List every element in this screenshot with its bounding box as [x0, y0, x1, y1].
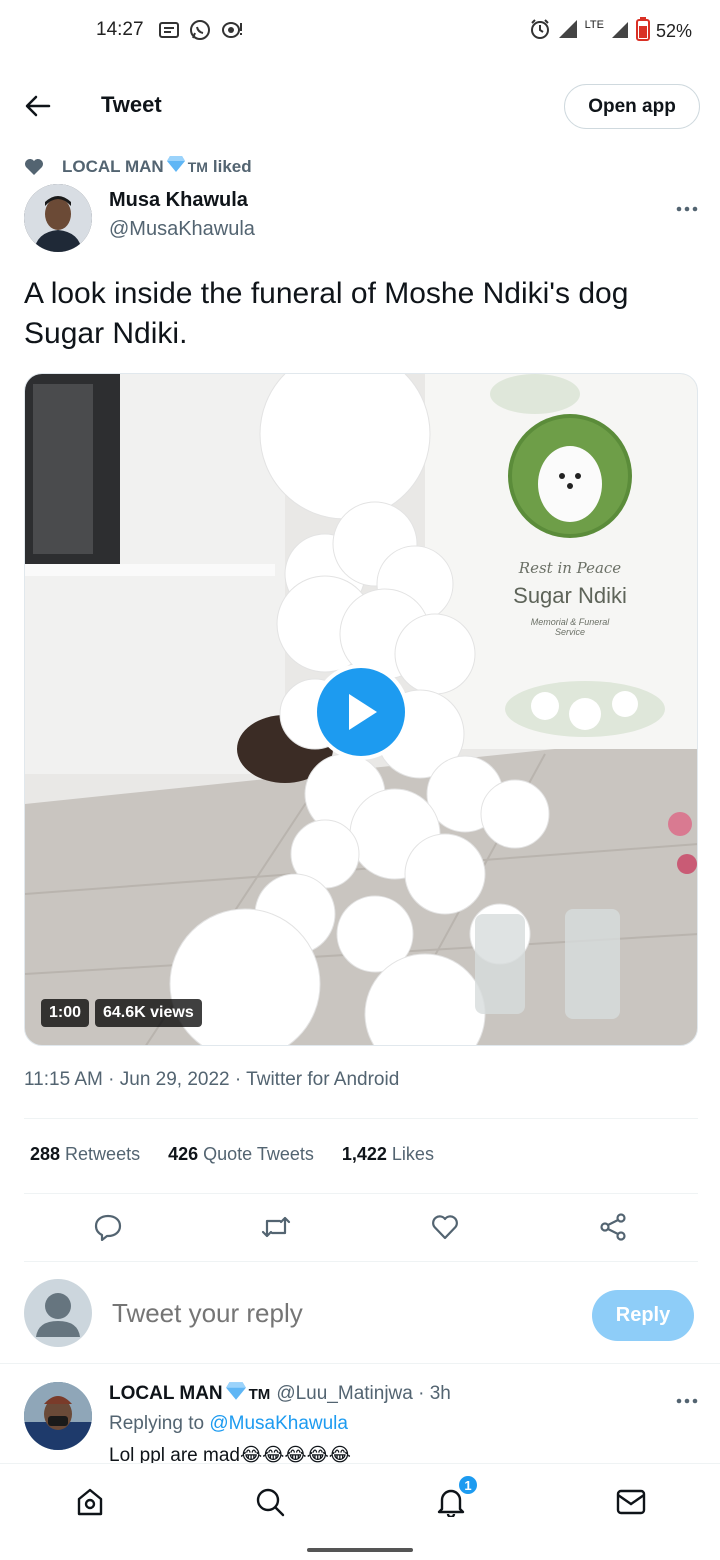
user-avatar [24, 1279, 92, 1347]
nav-notifications[interactable]: 1 [429, 1474, 479, 1524]
arrow-left-icon [25, 95, 51, 117]
reply-input[interactable] [112, 1298, 552, 1329]
video-views: 64.6K views [95, 999, 202, 1027]
whatsapp-icon [188, 18, 212, 47]
reply-header: LOCAL MAN TM @Luu_Matinjwa · 3h [109, 1381, 451, 1407]
home-indicator[interactable] [307, 1548, 413, 1552]
tweet-timestamp: 11:15 AM · Jun 29, 2022 · Twitter for An… [24, 1069, 400, 1090]
tweet-stats: 288 Retweets 426 Quote Tweets 1,422 Likes [30, 1144, 434, 1165]
default-avatar-icon [36, 1293, 80, 1337]
more-options-button[interactable] [676, 192, 698, 218]
share-icon [600, 1213, 626, 1241]
tweet-video[interactable]: Rest in Peace Sugar Ndiki Memorial & Fun… [24, 373, 698, 1046]
reply-tm: TM [248, 1385, 271, 1403]
battery-percent: 52% [655, 21, 692, 41]
reply-author-avatar[interactable] [24, 1382, 92, 1450]
quote-tweets-stat[interactable]: 426 Quote Tweets [168, 1144, 314, 1165]
heart-outline-icon [432, 1215, 458, 1240]
tweet-actions [0, 1205, 720, 1249]
author-name[interactable]: Musa Khawula [109, 189, 248, 212]
bottom-navigation: 1 [0, 1463, 720, 1537]
nav-messages[interactable] [609, 1480, 653, 1524]
back-button[interactable] [20, 88, 56, 124]
chat-alert-icon [220, 19, 244, 46]
heart-icon [25, 158, 43, 175]
more-icon [676, 206, 698, 212]
reply-icon [94, 1214, 122, 1241]
sign-line2: Sugar Ndiki [513, 583, 627, 608]
reply-handle-time[interactable]: @Luu_Matinjwa · 3h [276, 1383, 451, 1405]
author-avatar[interactable] [24, 184, 92, 252]
mail-icon [616, 1489, 646, 1515]
sign-text: Rest in Peace Sugar Ndiki Memorial & Fun… [485, 559, 655, 637]
play-button[interactable] [313, 664, 409, 760]
battery-icon [635, 17, 650, 46]
alarm-icon [529, 18, 551, 45]
retweet-button[interactable] [254, 1205, 298, 1249]
tweet-text: A look inside the funeral of Moshe Ndiki… [24, 277, 629, 350]
diamond-icon [166, 155, 186, 178]
video-duration: 1:00 [41, 999, 90, 1027]
retweets-stat[interactable]: 288 Retweets [30, 1144, 140, 1165]
status-time: 14:27 [96, 19, 144, 40]
divider [24, 1193, 698, 1194]
social-user: LOCAL MAN [62, 156, 164, 176]
more-icon [676, 1398, 698, 1404]
sign-line1: Rest in Peace [518, 559, 622, 577]
top-bar: Tweet Open app [0, 78, 720, 134]
reply-text: Lol ppl are mad😂😂😂😂😂 [109, 1445, 351, 1464]
social-action: liked [212, 156, 252, 176]
reply-author-name[interactable]: LOCAL MAN [109, 1383, 223, 1405]
home-icon [77, 1488, 103, 1516]
sign-line4: Service [554, 627, 585, 637]
signal-icon [557, 18, 579, 45]
sign-line3: Memorial & Funeral [530, 617, 610, 627]
play-icon [349, 694, 377, 730]
notification-badge: 1 [457, 1474, 479, 1496]
status-bar: 14:27 LTE 52% [0, 0, 720, 62]
replying-to: Replying to @MusaKhawula [109, 1413, 348, 1434]
lte-label: LTE [584, 18, 604, 31]
diamond-icon [225, 1381, 247, 1407]
divider [24, 1261, 698, 1262]
nav-home[interactable] [68, 1480, 112, 1524]
retweet-icon [261, 1216, 291, 1238]
share-button[interactable] [591, 1205, 635, 1249]
author-handle[interactable]: @MusaKhawula [109, 218, 255, 241]
reply-submit-button[interactable]: Reply [592, 1290, 694, 1341]
replying-to-link[interactable]: @MusaKhawula [209, 1413, 348, 1434]
divider [24, 1118, 698, 1119]
nav-explore[interactable] [248, 1480, 292, 1524]
page-title: Tweet [101, 92, 162, 117]
signal-icon-2 [610, 18, 630, 45]
reply-action-button[interactable] [86, 1205, 130, 1249]
social-tm: TM [187, 158, 208, 175]
like-button[interactable] [423, 1205, 467, 1249]
divider [0, 1363, 720, 1364]
reply-more-button[interactable] [676, 1384, 698, 1410]
likes-stat[interactable]: 1,422 Likes [342, 1144, 434, 1165]
message-icon [158, 20, 180, 45]
search-icon [256, 1488, 285, 1517]
social-context[interactable]: LOCAL MAN TM liked [24, 155, 252, 178]
open-app-button[interactable]: Open app [564, 84, 700, 129]
